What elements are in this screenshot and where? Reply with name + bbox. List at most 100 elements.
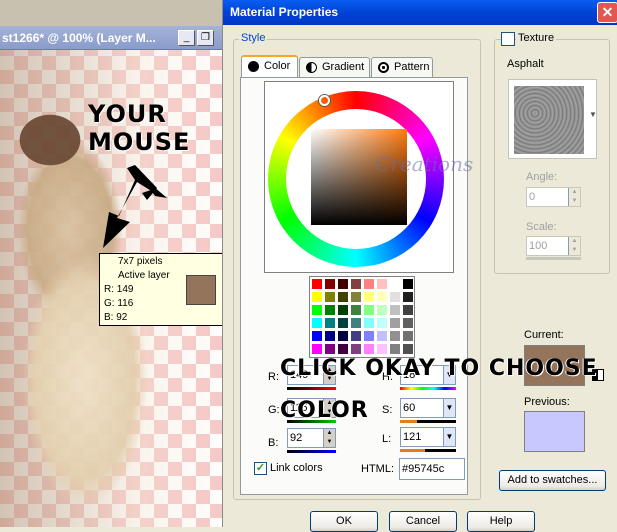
l-slider[interactable] <box>400 449 456 452</box>
l-value: 121 <box>403 431 422 443</box>
tooltip-r: R: 149 <box>104 284 134 295</box>
palette-swatch[interactable] <box>337 278 349 290</box>
saturation-lightness-square[interactable] <box>311 129 407 225</box>
palette-swatch[interactable] <box>350 343 362 355</box>
hue-handle[interactable] <box>319 95 330 106</box>
tab-gradient[interactable]: Gradient <box>299 57 370 77</box>
add-to-swatches-button[interactable]: Add to swatches... <box>499 470 606 491</box>
palette-swatch[interactable] <box>350 330 362 342</box>
r-slider[interactable] <box>287 387 336 390</box>
tooltip-size: 7x7 pixels <box>118 256 163 267</box>
restore-button[interactable]: ❐ <box>197 30 214 46</box>
palette-swatch[interactable] <box>324 343 336 355</box>
palette-swatch[interactable] <box>337 317 349 329</box>
palette-swatch[interactable] <box>363 330 375 342</box>
pattern-tab-icon <box>378 62 389 73</box>
palette-swatch[interactable] <box>350 317 362 329</box>
palette-swatch[interactable] <box>363 343 375 355</box>
palette-swatch[interactable] <box>324 330 336 342</box>
palette-swatch[interactable] <box>311 317 323 329</box>
palette-swatch[interactable] <box>402 278 414 290</box>
cancel-button[interactable]: Cancel <box>389 511 457 532</box>
l-dropdown[interactable]: ▼ <box>443 428 455 446</box>
angle-spinner[interactable]: ▲ ▼ <box>568 188 580 206</box>
b-spinner[interactable]: ▲ ▼ <box>323 429 335 447</box>
palette-swatch[interactable] <box>389 330 401 342</box>
palette-swatch[interactable] <box>350 304 362 316</box>
scale-field[interactable]: 100 ▲ ▼ <box>526 236 581 256</box>
g-label: G: <box>268 404 280 416</box>
palette-swatch[interactable] <box>324 304 336 316</box>
texture-dropdown-icon[interactable]: ▼ <box>589 110 597 119</box>
palette-swatch[interactable] <box>376 330 388 342</box>
close-button[interactable]: ✕ <box>597 2 617 23</box>
palette-swatch[interactable] <box>337 304 349 316</box>
ok-button[interactable]: OK <box>310 511 378 532</box>
texture-checkbox[interactable] <box>501 32 515 46</box>
palette-swatch[interactable] <box>337 291 349 303</box>
palette-swatch[interactable] <box>402 291 414 303</box>
palette-swatch[interactable] <box>311 304 323 316</box>
b-slider[interactable] <box>287 450 336 453</box>
angle-field[interactable]: 0 ▲ ▼ <box>526 187 581 207</box>
palette-swatch[interactable] <box>337 330 349 342</box>
palette-swatch[interactable] <box>337 343 349 355</box>
color-annotation: COLOR <box>280 398 369 423</box>
palette-swatch[interactable] <box>376 317 388 329</box>
previous-color-swatch[interactable] <box>524 411 585 452</box>
l-field[interactable]: 121 ▼ <box>400 427 456 447</box>
palette-swatch[interactable] <box>389 317 401 329</box>
palette-swatch[interactable] <box>376 278 388 290</box>
palette-swatch[interactable] <box>376 291 388 303</box>
palette-swatch[interactable] <box>311 343 323 355</box>
help-button[interactable]: Help <box>467 511 535 532</box>
l-label: L: <box>382 433 392 445</box>
tab-color[interactable]: Color <box>241 55 298 77</box>
palette-swatch[interactable] <box>311 278 323 290</box>
palette-swatch[interactable] <box>389 278 401 290</box>
b-value: 92 <box>290 432 303 444</box>
tooltip-color-swatch <box>186 275 216 305</box>
palette-swatch[interactable] <box>402 343 414 355</box>
s-field[interactable]: 60 ▼ <box>400 398 456 418</box>
palette-swatch[interactable] <box>376 343 388 355</box>
h-slider[interactable] <box>400 387 456 390</box>
palette-swatch[interactable] <box>376 304 388 316</box>
palette-swatch[interactable] <box>363 291 375 303</box>
palette-swatch[interactable] <box>389 304 401 316</box>
palette-swatch[interactable] <box>311 291 323 303</box>
link-colors-checkbox[interactable]: ✓ <box>254 462 267 475</box>
palette-swatch[interactable] <box>363 317 375 329</box>
b-label: B: <box>268 437 279 449</box>
palette-swatch[interactable] <box>389 291 401 303</box>
palette-swatch[interactable] <box>402 304 414 316</box>
palette-swatch[interactable] <box>402 317 414 329</box>
palette-swatch[interactable] <box>402 330 414 342</box>
s-dropdown[interactable]: ▼ <box>443 399 455 417</box>
html-label: HTML: <box>361 463 394 475</box>
palette-swatch[interactable] <box>324 317 336 329</box>
scale-spinner[interactable]: ▲ ▼ <box>568 237 580 255</box>
dialog-title-bar[interactable]: Material Properties ✕ <box>223 0 617 25</box>
s-slider[interactable] <box>400 420 456 423</box>
canvas-title-bar[interactable]: st1266* @ 100% (Layer M... _ ❐ <box>0 26 232 50</box>
palette-swatch[interactable] <box>350 291 362 303</box>
palette-swatch[interactable] <box>350 278 362 290</box>
texture-preview-frame[interactable]: ▼ <box>508 79 597 159</box>
palette-swatch[interactable] <box>363 304 375 316</box>
texture-label: Texture <box>516 32 557 44</box>
tab-pattern[interactable]: Pattern <box>371 57 433 77</box>
palette-swatch[interactable] <box>363 278 375 290</box>
tab-color-label: Color <box>264 60 291 72</box>
b-field[interactable]: 92 ▲ ▼ <box>287 428 336 448</box>
palette-swatch[interactable] <box>389 343 401 355</box>
color-picker-frame: Creations <box>264 81 473 273</box>
minimize-button[interactable]: _ <box>178 30 195 46</box>
previous-label: Previous: <box>524 396 570 408</box>
canvas-window: st1266* @ 100% (Layer M... _ ❐ YOUR MOUS… <box>0 0 232 527</box>
html-field[interactable]: #95745c <box>399 458 465 480</box>
palette-swatch[interactable] <box>324 278 336 290</box>
palette-swatch[interactable] <box>324 291 336 303</box>
palette-swatch[interactable] <box>311 330 323 342</box>
texture-name: Asphalt <box>507 58 544 70</box>
